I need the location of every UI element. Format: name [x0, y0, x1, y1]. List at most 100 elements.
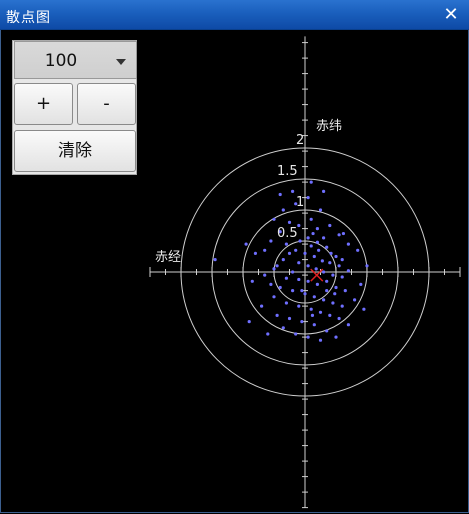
scatter-point: [247, 320, 251, 324]
scatter-point: [341, 231, 346, 236]
scatter-point: [275, 264, 279, 268]
scatter-point: [309, 244, 313, 248]
scatter-point: [322, 270, 326, 274]
scatter-point: [318, 208, 323, 212]
scatter-point: [340, 258, 344, 262]
scatter-point: [275, 313, 279, 317]
scatter-point: [253, 251, 257, 255]
scatter-point: [300, 320, 304, 324]
scatter-point: [317, 248, 321, 252]
scatter-point: [300, 289, 304, 293]
increase-button[interactable]: +: [14, 83, 73, 125]
scatter-point: [333, 292, 337, 296]
scatter-point: [244, 242, 248, 246]
scatter-point: [334, 285, 338, 290]
scatter-point: [359, 282, 363, 286]
scatter-point: [346, 242, 350, 246]
scatter-point: [322, 236, 326, 240]
scatter-point: [306, 279, 310, 283]
scatter-point: [272, 295, 276, 299]
scatter-point: [329, 251, 333, 255]
scatter-point: [294, 332, 298, 336]
scatter-point: [269, 239, 273, 243]
polar-grid: [149, 36, 461, 509]
scatter-point: [318, 310, 323, 314]
scatter-point: [284, 242, 288, 246]
scatter-point: [343, 289, 347, 293]
scatter-point: [337, 316, 341, 321]
scatter-point: [334, 254, 338, 259]
scatter-point: [337, 233, 341, 237]
scatter-point: [250, 279, 254, 283]
scatter-point: [263, 248, 267, 252]
chevron-down-icon: [116, 59, 126, 65]
scatter-point: [346, 323, 350, 327]
scatter-point: [281, 326, 285, 330]
center-marker: [310, 268, 324, 282]
scatter-point: [337, 264, 341, 268]
scatter-point: [297, 304, 301, 308]
scatter-point: [325, 289, 329, 293]
scatter-point: [272, 217, 276, 221]
scatter-point: [315, 227, 319, 231]
scatter-point: [315, 240, 319, 244]
point-count-dropdown[interactable]: 100: [14, 41, 137, 79]
scatter-point: [346, 269, 350, 273]
scatter-point: [331, 273, 335, 277]
scatter-point: [328, 223, 332, 228]
scatter-point: [318, 338, 323, 342]
title-bar: 散点图 ✕: [0, 0, 469, 30]
clear-button[interactable]: 清除: [14, 130, 136, 172]
scatter-point: [309, 180, 313, 184]
scatter-point: [328, 261, 332, 265]
ring-label-2: 2: [296, 133, 304, 148]
scatter-point: [306, 335, 310, 339]
scatter-point: [325, 329, 329, 333]
scatter-point: [353, 298, 357, 302]
ring-label-1: 1: [296, 195, 304, 210]
vertical-axis-label: 赤纬: [316, 119, 342, 134]
scatter-point: [311, 231, 315, 236]
scatter-point: [325, 245, 329, 249]
scatter-point: [297, 277, 301, 282]
scatter-point: [294, 248, 298, 252]
scatter-point: [334, 335, 338, 339]
scatter-point: [340, 304, 344, 308]
scatter-point: [287, 316, 292, 321]
scatter-point: [362, 307, 366, 311]
horizontal-axis-label: 赤经: [155, 250, 181, 265]
scatter-point: [306, 236, 310, 240]
scatter-point: [322, 189, 326, 193]
scatter-point: [325, 279, 329, 283]
scatter-point: [309, 217, 313, 221]
scatter-point: [284, 276, 288, 280]
scatter-point: [312, 323, 316, 327]
close-icon[interactable]: ✕: [441, 4, 461, 26]
decrease-button[interactable]: -: [77, 83, 136, 125]
scatter-point: [298, 239, 302, 243]
scatter-point: [291, 189, 295, 193]
scatter-point: [340, 275, 344, 279]
scatter-point: [266, 332, 270, 336]
scatter-point: [269, 282, 273, 286]
scatter-point: [281, 208, 285, 212]
scatter-point: [278, 192, 282, 197]
scatter-point: [306, 196, 310, 200]
scatter-point: [328, 313, 332, 317]
scatter-point: [320, 259, 324, 263]
scatter-point: [287, 220, 292, 224]
scatter-point: [356, 248, 360, 252]
scatter-point: [306, 264, 310, 268]
scatter-point: [303, 292, 307, 296]
scatter-point: [291, 289, 295, 293]
ring-label-0-5: 0.5: [277, 226, 298, 241]
scatter-point: [312, 295, 316, 299]
scatter-point: [287, 251, 292, 255]
scatter-point: [213, 258, 217, 262]
scatter-point: [263, 273, 267, 277]
scatter-point: [278, 285, 282, 290]
scatter-point: [297, 261, 301, 265]
window-title: 散点图: [6, 10, 51, 26]
scatter-point: [314, 267, 318, 271]
scatter-point: [331, 301, 335, 305]
